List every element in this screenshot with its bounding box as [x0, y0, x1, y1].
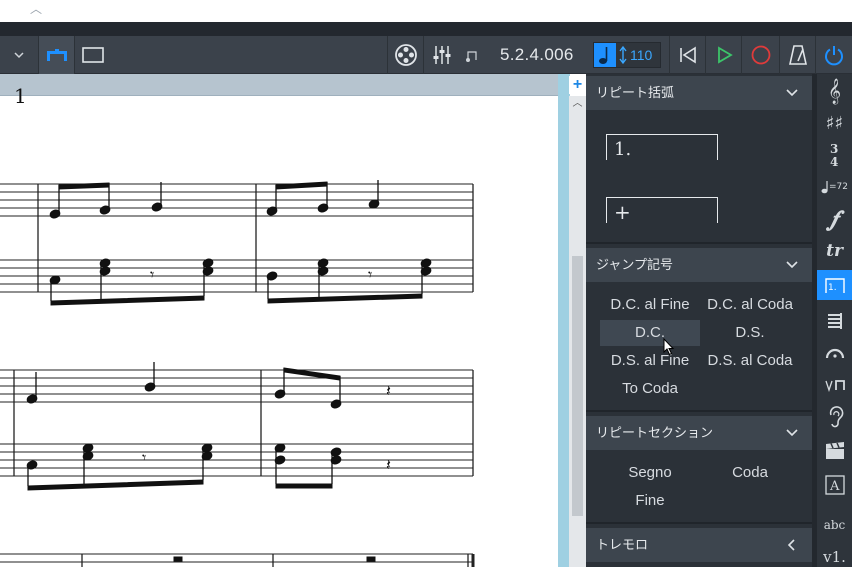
svg-text:1.: 1.	[828, 283, 837, 293]
jump-symbols-body: D.C. al Fine D.C. al Coda D.C. D.S. D.S.…	[586, 282, 812, 412]
section-coda[interactable]: Coda	[700, 460, 800, 486]
jump-ds[interactable]: D.S.	[700, 320, 800, 346]
time-signature-icon[interactable]: 34	[817, 140, 852, 170]
top-strip: ︿	[0, 0, 852, 22]
repeat-bracket-first[interactable]: 1.	[606, 134, 718, 160]
svg-text:𝄽: 𝄽	[386, 455, 391, 474]
svg-text:𝄾: 𝄾	[368, 265, 372, 284]
section-divider	[586, 242, 812, 244]
tremolo-bars-icon[interactable]	[817, 306, 852, 336]
section-segno[interactable]: Segno	[600, 460, 700, 486]
vertical-scrollbar[interactable]: ︿	[569, 96, 586, 567]
play-icon[interactable]	[705, 36, 741, 74]
tempo-display[interactable]: 110	[593, 42, 661, 68]
text-frame-icon[interactable]: A	[817, 470, 852, 500]
chevron-down-icon[interactable]	[784, 416, 800, 450]
section-header-tremolo[interactable]: トレモロ	[586, 528, 812, 562]
transport-toolbar: 5.2.4.006 110	[0, 36, 852, 74]
power-icon[interactable]	[815, 36, 852, 74]
mixer-icon[interactable]	[423, 36, 459, 74]
svg-text:𝄽: 𝄽	[386, 381, 391, 400]
ear-icon[interactable]	[817, 402, 852, 432]
svg-text:𝄾: 𝄾	[150, 265, 154, 284]
svg-text:3: 3	[830, 142, 838, 156]
jump-to-coda[interactable]: To Coda	[600, 376, 700, 402]
section-header-repeat-brackets[interactable]: リピート括弧	[586, 76, 812, 110]
position-counter[interactable]: 5.2.4.006	[500, 36, 574, 74]
section-title: トレモロ	[596, 537, 649, 552]
window-layout-icon[interactable]	[74, 36, 110, 74]
small-note-icon[interactable]	[459, 36, 485, 74]
section-fine[interactable]: Fine	[600, 488, 700, 514]
svg-text:𝄾: 𝄾	[142, 448, 146, 467]
bowing-icon[interactable]	[817, 370, 852, 400]
dropdown-chevron-icon[interactable]	[0, 36, 38, 74]
section-divider	[586, 522, 812, 524]
music-notation: 𝄾 𝄾 𝄽 𝄾 𝄽	[0, 180, 475, 567]
quarter-note-icon	[594, 43, 616, 67]
jump-dc-al-fine[interactable]: D.C. al Fine	[600, 292, 700, 318]
repeat-ending-icon[interactable]: 1.	[817, 270, 852, 300]
section-title: リピート括弧	[596, 85, 675, 100]
jump-ds-al-coda[interactable]: D.S. al Coda	[700, 348, 800, 374]
fermata-icon[interactable]	[817, 338, 852, 368]
chevron-left-icon[interactable]	[784, 528, 800, 562]
treble-clef-icon[interactable]: 𝄞	[817, 76, 852, 106]
metronome-icon[interactable]	[779, 36, 815, 74]
section-divider	[586, 410, 812, 412]
page-view-icon[interactable]	[38, 36, 74, 74]
repeat-bracket-plus[interactable]: +	[606, 197, 718, 224]
score-view[interactable]: 1 𝄾 𝄾 𝄽 𝄾 𝄽	[0, 74, 570, 567]
rewind-icon[interactable]	[669, 36, 705, 74]
symbols-panel: リピート括弧 1. + ジャンプ記号 D.C. al Fine D.C. al …	[586, 74, 817, 567]
symbol-category-bar: 𝄞 ♯♯ 34 =72 𝆑 tr 1. A abc v1.	[817, 74, 852, 567]
clapperboard-icon[interactable]	[817, 436, 852, 466]
chevron-down-icon[interactable]	[784, 248, 800, 282]
record-icon[interactable]	[741, 36, 779, 74]
scrollbar-thumb[interactable]	[572, 256, 583, 516]
collapse-chevron-icon[interactable]: ︿	[29, 2, 43, 16]
repeat-brackets-body: 1. +	[586, 110, 812, 242]
svg-text:A: A	[829, 479, 840, 494]
key-signature-icon[interactable]: ♯♯	[817, 108, 852, 138]
tempo-mark-icon[interactable]: =72	[817, 172, 852, 202]
tempo-mark-label: =72	[829, 182, 848, 192]
tempo-arrows-icon	[618, 45, 628, 65]
section-title: リピートセクション	[596, 425, 714, 440]
lyrics-icon[interactable]: abc	[817, 510, 852, 540]
section-header-jump-symbols[interactable]: ジャンプ記号	[586, 248, 812, 282]
mouse-cursor-icon	[663, 338, 675, 356]
section-header-repeat-sections[interactable]: リピートセクション	[586, 416, 812, 450]
film-reel-icon[interactable]	[387, 36, 423, 74]
add-plus-button[interactable]: +	[569, 76, 586, 94]
jump-dc-al-coda[interactable]: D.C. al Coda	[700, 292, 800, 318]
voice-icon[interactable]: v1.	[817, 542, 852, 567]
title-bar	[0, 22, 852, 36]
jump-dc[interactable]: D.C.	[600, 320, 700, 346]
scroll-up-arrow-icon[interactable]: ︿	[569, 96, 586, 112]
repeat-sections-body: Segno Coda Fine	[586, 450, 812, 524]
svg-text:4: 4	[830, 155, 838, 168]
jump-ds-al-fine[interactable]: D.S. al Fine	[600, 348, 700, 374]
dynamics-icon[interactable]: 𝆑	[817, 204, 852, 234]
tempo-value: 110	[630, 47, 653, 63]
section-title: ジャンプ記号	[596, 257, 673, 272]
trill-icon[interactable]: tr	[817, 236, 852, 266]
chevron-down-icon[interactable]	[784, 76, 800, 110]
